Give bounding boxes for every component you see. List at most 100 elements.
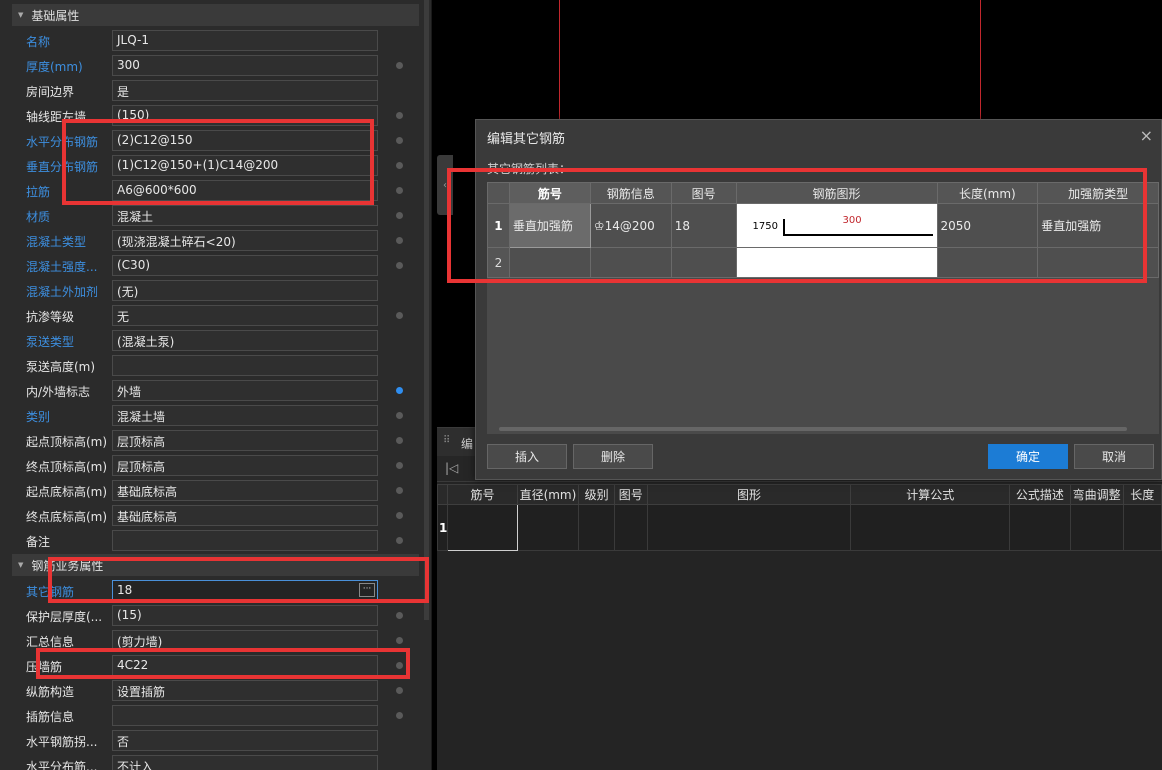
collapse-triangle-icon[interactable]: ▼	[18, 561, 23, 569]
corner-header	[436, 484, 449, 505]
property-value-input[interactable]: 外墙	[112, 380, 378, 401]
property-label: 终点顶标高(m)	[26, 460, 108, 474]
status-dot-icon	[396, 62, 403, 69]
property-label[interactable]: 材质	[26, 208, 122, 225]
column-header[interactable]: 长度	[1122, 484, 1162, 505]
property-label[interactable]: 混凝土强度...	[26, 258, 122, 275]
property-label: 起点底标高(m)	[26, 485, 108, 499]
property-label[interactable]: 名称	[26, 33, 122, 50]
property-label[interactable]: 混凝土类型	[26, 233, 122, 250]
property-row[interactable]: 抗渗等级 无	[12, 303, 422, 328]
property-row[interactable]: 插筋信息	[12, 703, 422, 728]
property-row[interactable]: 混凝土外加剂 (无)	[12, 278, 422, 303]
grid-horizontal-scrollbar[interactable]	[499, 427, 1127, 431]
panel-scrollbar[interactable]	[424, 0, 429, 620]
property-row[interactable]: 起点底标高(m) 基础底标高	[12, 478, 422, 503]
status-dot-icon	[396, 687, 403, 694]
status-dot-icon	[396, 412, 403, 419]
property-value-input[interactable]: 无	[112, 305, 378, 326]
property-row[interactable]: 起点顶标高(m) 层顶标高	[12, 428, 422, 453]
status-dot-icon	[396, 387, 403, 394]
property-row[interactable]: 保护层厚度(... (15)	[12, 603, 422, 628]
property-value-input[interactable]: 设置插筋	[112, 680, 378, 701]
status-dot-icon	[396, 712, 403, 719]
property-value-input[interactable]: (无)	[112, 280, 378, 301]
tab-edit-rebar[interactable]: 编	[461, 435, 473, 452]
property-row[interactable]: 终点顶标高(m) 层顶标高	[12, 453, 422, 478]
close-icon[interactable]: ×	[1140, 126, 1153, 145]
table-cell[interactable]	[613, 504, 648, 551]
property-row[interactable]: 材质 混凝土	[12, 203, 422, 228]
table-cell[interactable]	[850, 504, 1011, 551]
property-value-input[interactable]: 是	[112, 80, 378, 101]
column-header[interactable]: 图形	[646, 484, 852, 505]
property-value-input[interactable]: 层顶标高	[112, 430, 378, 451]
section-basic-properties[interactable]: ▼ 基础属性	[12, 4, 419, 26]
property-row[interactable]: 泵送类型 (混凝土泵)	[12, 328, 422, 353]
property-value-text: (现浇混凝土碎石<20)	[117, 235, 236, 249]
table-cell[interactable]	[646, 504, 852, 551]
cancel-button[interactable]: 取消	[1074, 444, 1154, 469]
property-row[interactable]: 水平分布筋... 不计入	[12, 753, 422, 770]
property-value-text: (15)	[117, 608, 142, 622]
table-cell[interactable]	[516, 504, 580, 551]
property-row[interactable]: 混凝土类型 (现浇混凝土碎石<20)	[12, 228, 422, 253]
property-value-input[interactable]: 混凝土墙	[112, 405, 378, 426]
property-label[interactable]: 混凝土外加剂	[26, 283, 122, 300]
property-value-input[interactable]: JLQ-1	[112, 30, 378, 51]
collapse-triangle-icon[interactable]: ▼	[18, 11, 23, 19]
property-value-input[interactable]: 不计入	[112, 755, 378, 770]
property-row[interactable]: 房间边界 是	[12, 78, 422, 103]
column-header[interactable]: 计算公式	[850, 484, 1011, 505]
property-label: 插筋信息	[26, 710, 75, 724]
property-row[interactable]: 终点底标高(m) 基础底标高	[12, 503, 422, 528]
column-header[interactable]: 筋号	[447, 484, 518, 505]
property-label[interactable]: 泵送类型	[26, 333, 122, 350]
status-dot-icon	[396, 237, 403, 244]
property-label[interactable]: 类别	[26, 408, 122, 425]
table-cell[interactable]	[578, 504, 615, 551]
property-value-input[interactable]: 层顶标高	[112, 455, 378, 476]
property-row[interactable]: 水平钢筋拐... 否	[12, 728, 422, 753]
delete-button[interactable]: 删除	[573, 444, 653, 469]
property-value-input[interactable]: (C30)	[112, 255, 378, 276]
annotation-box-wall-rebar	[36, 648, 410, 679]
property-value-text: 基础底标高	[117, 510, 178, 524]
property-value-input[interactable]: (15)	[112, 605, 378, 626]
property-value-input[interactable]: (现浇混凝土碎石<20)	[112, 230, 378, 251]
column-header[interactable]: 图号	[613, 484, 648, 505]
property-row[interactable]: 备注	[12, 528, 422, 553]
property-value-input[interactable]: (混凝土泵)	[112, 330, 378, 351]
property-row[interactable]: 纵筋构造 设置插筋	[12, 678, 422, 703]
ok-button[interactable]: 确定	[988, 444, 1068, 469]
table-cell[interactable]	[1069, 504, 1124, 551]
property-label[interactable]: 厚度(mm)	[26, 58, 122, 75]
column-header[interactable]: 公式描述	[1009, 484, 1071, 505]
property-row[interactable]: 混凝土强度... (C30)	[12, 253, 422, 278]
property-row[interactable]: 名称 JLQ-1	[12, 28, 422, 53]
property-value-input[interactable]: 基础底标高	[112, 505, 378, 526]
table-cell[interactable]	[447, 504, 518, 551]
property-value-text: 不计入	[117, 760, 154, 770]
property-label: 水平分布筋...	[26, 760, 98, 770]
property-row[interactable]: 厚度(mm) 300	[12, 53, 422, 78]
first-record-icon[interactable]: |◁	[445, 461, 458, 475]
column-header[interactable]: 级别	[578, 484, 615, 505]
property-value-input[interactable]	[112, 355, 378, 376]
property-value-input[interactable]	[112, 705, 378, 726]
property-row[interactable]: 类别 混凝土墙	[12, 403, 422, 428]
property-value-input[interactable]: 300	[112, 55, 378, 76]
property-row[interactable]: 内/外墙标志 外墙	[12, 378, 422, 403]
property-value-input[interactable]: 否	[112, 730, 378, 751]
property-value-input[interactable]: 混凝土	[112, 205, 378, 226]
property-value-input[interactable]	[112, 530, 378, 551]
property-value-input[interactable]: 基础底标高	[112, 480, 378, 501]
column-header[interactable]: 弯曲调整	[1069, 484, 1124, 505]
table-cell[interactable]	[1009, 504, 1071, 551]
property-value-text: JLQ-1	[117, 33, 149, 47]
insert-button[interactable]: 插入	[487, 444, 567, 469]
table-cell[interactable]	[1122, 504, 1162, 551]
property-row[interactable]: 泵送高度(m)	[12, 353, 422, 378]
drag-grip-icon[interactable]: ⠿	[443, 435, 451, 446]
column-header[interactable]: 直径(mm)	[516, 484, 580, 505]
